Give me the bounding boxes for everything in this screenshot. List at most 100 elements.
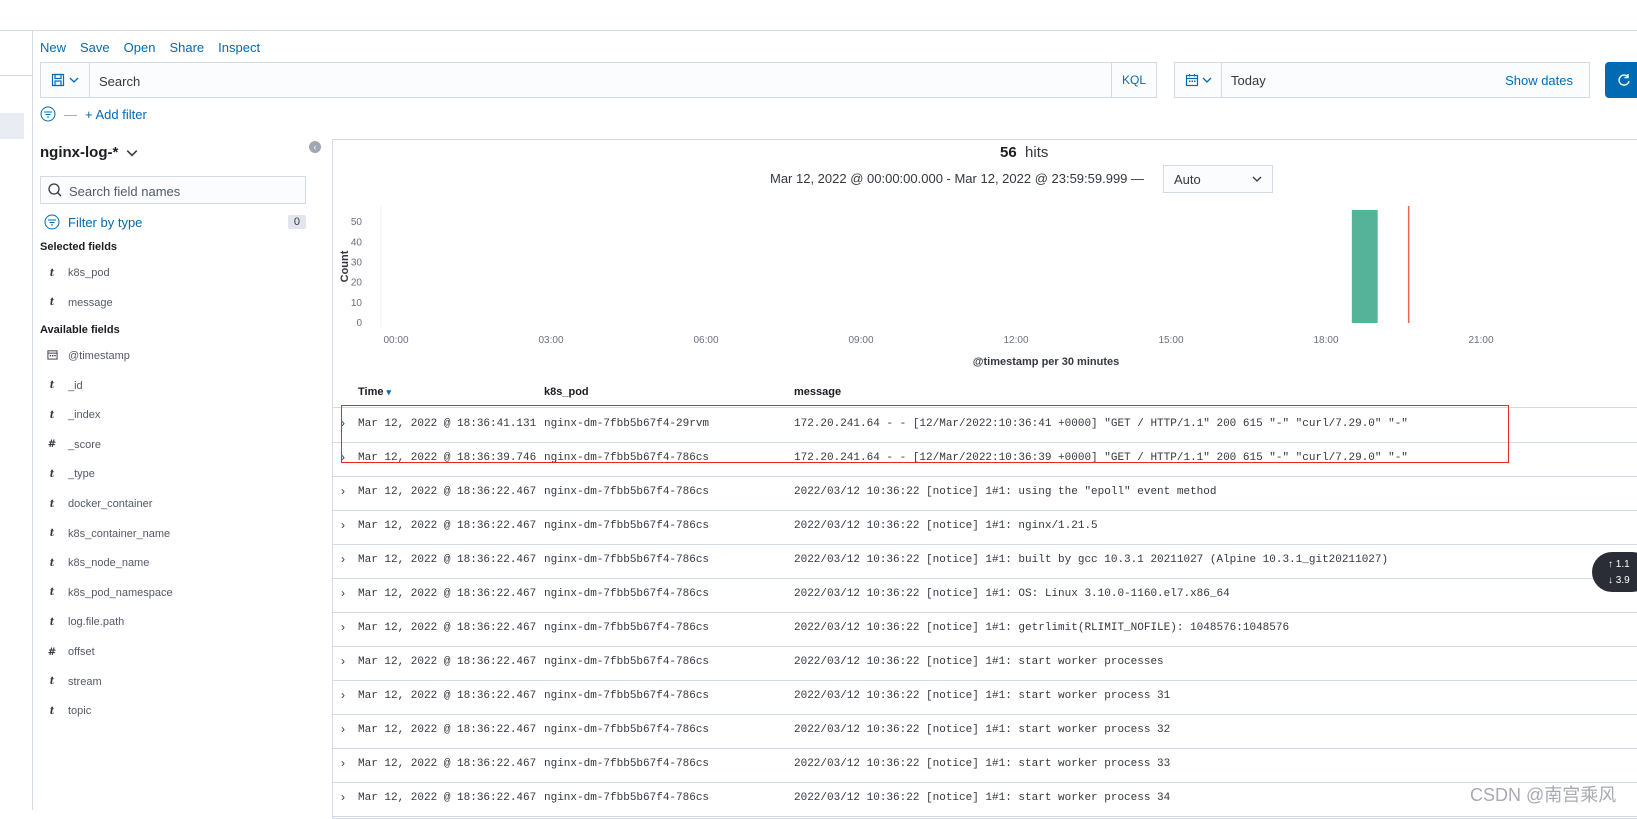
table-row[interactable]: › Mar 12, 2022 @ 18:36:22.467 nginx-dm-7fb… <box>333 680 1637 715</box>
open-button[interactable]: Open <box>124 40 156 55</box>
saved-query-button[interactable] <box>41 63 90 97</box>
string-type-icon: t <box>49 380 55 392</box>
cell-k8s-pod: nginx-dm-7fbb5b67f4-786cs <box>544 520 710 532</box>
cell-time: Mar 12, 2022 @ 18:36:22.467 <box>358 758 537 770</box>
field-item[interactable]: t k8s_pod <box>46 263 110 283</box>
selected-fields-title: Selected fields <box>40 241 118 253</box>
kql-toggle[interactable]: KQL <box>1111 63 1156 97</box>
field-item[interactable]: t topic <box>46 701 92 721</box>
table-row[interactable]: › Mar 12, 2022 @ 18:36:22.467 nginx-dm-7fb… <box>333 748 1637 783</box>
inspect-button[interactable]: Inspect <box>218 40 260 55</box>
filter-icon <box>44 214 60 230</box>
expand-row-icon[interactable]: › <box>341 688 345 702</box>
field-item[interactable]: @timestamp <box>46 346 130 366</box>
upload-speed-value: 1.1 <box>1615 559 1630 570</box>
expand-row-icon[interactable]: › <box>341 586 345 600</box>
save-button[interactable]: Save <box>80 40 110 55</box>
cell-k8s-pod: nginx-dm-7fbb5b67f4-786cs <box>544 588 710 600</box>
expand-row-icon[interactable]: › <box>341 654 345 668</box>
save-icon <box>51 73 65 87</box>
field-item[interactable]: # _score <box>46 435 101 455</box>
table-row[interactable]: › Mar 12, 2022 @ 18:36:22.467 nginx-dm-7fb… <box>333 510 1637 545</box>
filter-row: — + Add filter <box>40 106 147 122</box>
table-row[interactable]: › Mar 12, 2022 @ 18:36:22.467 nginx-dm-7fb… <box>333 782 1637 817</box>
field-search-input[interactable] <box>67 177 301 205</box>
x-tick-label: 00:00 <box>383 335 408 346</box>
quick-date-button[interactable] <box>1175 63 1222 97</box>
cell-time: Mar 12, 2022 @ 18:36:22.467 <box>358 792 537 804</box>
chevron-down-icon <box>126 149 138 157</box>
search-input[interactable] <box>91 63 1111 99</box>
field-item[interactable]: # offset <box>46 642 95 662</box>
string-type-icon: t <box>49 297 55 309</box>
column-header-message[interactable]: message <box>794 386 841 398</box>
x-axis-label: @timestamp per 30 minutes <box>973 356 1119 368</box>
field-item[interactable]: t log.file.path <box>46 612 125 632</box>
collapse-sidebar-button[interactable]: ‹ <box>309 141 321 153</box>
string-type-icon: t <box>49 409 55 421</box>
table-header: Time ▾ k8s_pod message <box>333 379 1637 408</box>
hits-count: 56 <box>1000 144 1017 161</box>
table-row[interactable]: › Mar 12, 2022 @ 18:36:22.467 nginx-dm-7fb… <box>333 612 1637 647</box>
table-row[interactable]: › Mar 12, 2022 @ 18:36:22.467 nginx-dm-7fb… <box>333 646 1637 681</box>
show-dates-link[interactable]: Show dates <box>1505 73 1573 88</box>
expand-row-icon[interactable]: › <box>341 620 345 634</box>
field-item[interactable]: t k8s_container_name <box>46 524 170 544</box>
filter-icon[interactable] <box>40 106 56 122</box>
expand-row-icon[interactable]: › <box>341 790 345 804</box>
cell-time: Mar 12, 2022 @ 18:36:22.467 <box>358 520 537 532</box>
field-name: _id <box>68 379 83 392</box>
cell-k8s-pod: nginx-dm-7fbb5b67f4-786cs <box>544 792 710 804</box>
string-type-icon: t <box>49 557 55 569</box>
new-button[interactable]: New <box>40 40 66 55</box>
table-row[interactable]: › Mar 12, 2022 @ 18:36:22.467 nginx-dm-7fb… <box>333 714 1637 749</box>
field-item[interactable]: t _type <box>46 464 95 484</box>
field-item[interactable]: t k8s_pod_namespace <box>46 583 173 603</box>
share-button[interactable]: Share <box>169 40 204 55</box>
field-search <box>40 176 306 205</box>
field-item[interactable]: t stream <box>46 672 102 692</box>
interval-select[interactable]: Auto <box>1163 165 1273 193</box>
string-type-icon: t <box>49 498 55 510</box>
cell-message: 2022/03/12 10:36:22 [notice] 1#1: start … <box>794 656 1164 668</box>
expand-row-icon[interactable]: › <box>341 552 345 566</box>
field-item[interactable]: t _index <box>46 405 101 425</box>
chevron-down-icon <box>1252 176 1262 182</box>
field-name: docker_container <box>68 498 153 510</box>
cell-time: Mar 12, 2022 @ 18:36:22.467 <box>358 554 537 566</box>
nav-selected-item[interactable] <box>0 113 24 139</box>
field-item[interactable]: t _id <box>46 376 83 396</box>
string-type-icon: t <box>49 705 55 717</box>
download-speed: ↓ 3.9 <box>1608 575 1630 586</box>
refresh-button[interactable] <box>1605 62 1637 98</box>
network-speed-widget: ↑ 1.1 ↓ 3.9 <box>1592 552 1637 592</box>
table-row[interactable]: › Mar 12, 2022 @ 18:36:22.467 nginx-dm-7fb… <box>333 544 1637 579</box>
left-nav <box>0 31 33 810</box>
y-tick-label: 20 <box>351 278 363 289</box>
date-value[interactable]: Today <box>1231 73 1266 88</box>
filter-by-type-button[interactable]: Filter by type 0 <box>44 214 306 230</box>
column-header-k8s-pod[interactable]: k8s_pod <box>544 386 589 398</box>
column-header-time[interactable]: Time ▾ <box>358 386 391 398</box>
field-item[interactable]: t k8s_node_name <box>46 553 150 573</box>
field-name: k8s_node_name <box>68 557 150 570</box>
table-row[interactable]: › Mar 12, 2022 @ 18:36:22.467 nginx-dm-7fb… <box>333 476 1637 511</box>
index-pattern-selector[interactable]: nginx-log-* <box>40 144 138 161</box>
field-name: stream <box>68 675 102 688</box>
date-range-label: Mar 12, 2022 @ 00:00:00.000 - Mar 12, 20… <box>770 171 1145 186</box>
histogram-chart[interactable]: 0 10 20 30 40 50 00:00 03:00 06:00 09:00 12:00 15:0… <box>336 205 1636 370</box>
table-row[interactable]: › Mar 12, 2022 @ 18:36:22.467 nginx-dm-7fb… <box>333 578 1637 613</box>
add-filter-button[interactable]: + Add filter <box>85 107 147 122</box>
cell-k8s-pod: nginx-dm-7fbb5b67f4-786cs <box>544 690 710 702</box>
expand-row-icon[interactable]: › <box>341 722 345 736</box>
index-pattern-name: nginx-log-* <box>40 144 119 161</box>
field-item[interactable]: t docker_container <box>46 494 153 514</box>
search-icon <box>48 183 62 197</box>
x-tick-label: 03:00 <box>538 335 563 346</box>
expand-row-icon[interactable]: › <box>341 518 345 532</box>
refresh-icon <box>1618 74 1630 86</box>
expand-row-icon[interactable]: › <box>341 484 345 498</box>
field-item[interactable]: t message <box>46 293 113 313</box>
cell-k8s-pod: nginx-dm-7fbb5b67f4-786cs <box>544 656 710 668</box>
expand-row-icon[interactable]: › <box>341 756 345 770</box>
